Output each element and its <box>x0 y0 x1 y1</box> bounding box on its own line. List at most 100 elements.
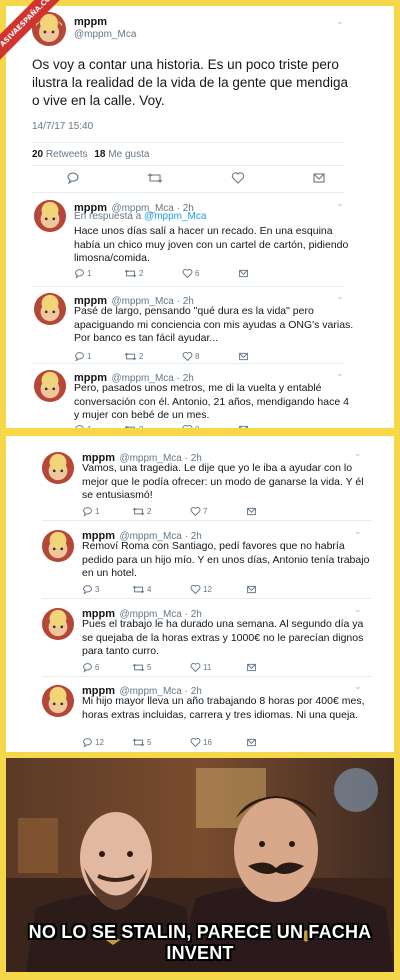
retweet-count: 2 <box>139 269 144 278</box>
tweet-panel-bottom: mppm @mppm_Mca · 2h ⌄ Vamos, una tragedi… <box>6 436 394 752</box>
like-count: 8 <box>195 352 200 361</box>
retweet-action[interactable]: 5 <box>132 737 190 748</box>
retweet-action[interactable]: 5 <box>132 662 190 673</box>
tweet-panel-top: mppm @mppm_Mca ⌄ Os voy a contar una his… <box>6 6 394 428</box>
reply-tweet[interactable]: mppm @mppm_Mca · 2h ⌄ En respuesta a @mp… <box>6 196 394 282</box>
chevron-down-icon[interactable]: ⌄ <box>336 368 344 379</box>
envelope-icon[interactable] <box>238 424 249 428</box>
retweet-action[interactable]: 2 <box>124 351 182 362</box>
reply-tweet[interactable]: mppm @mppm_Mca · 2h ⌄ Pasé de largo, pen… <box>6 289 394 362</box>
retweets-count[interactable]: 20 <box>32 149 43 160</box>
retweet-count: 5 <box>147 738 152 747</box>
like-action[interactable]: 7 <box>190 506 246 517</box>
reply-avatar[interactable] <box>34 200 66 232</box>
reply-avatar[interactable] <box>34 293 66 325</box>
reply-to-link[interactable]: @mppm_Mca <box>144 211 206 222</box>
envelope-icon[interactable] <box>238 351 249 362</box>
reply-avatar[interactable] <box>42 530 74 562</box>
retweet-action[interactable]: 4 <box>132 584 190 595</box>
reply-avatar[interactable] <box>42 685 74 717</box>
reply-tweet[interactable]: mppm @mppm_Mca · 2h ⌄ Vamos, una tragedi… <box>6 444 394 518</box>
chevron-down-icon[interactable]: ⌄ <box>336 291 344 302</box>
like-action[interactable]: 16 <box>190 737 246 748</box>
reply-actions: 6 5 11 <box>82 662 257 673</box>
main-tweet-text: Os voy a contar una historia. Es un poco… <box>32 57 348 108</box>
chevron-down-icon[interactable]: ⌄ <box>354 526 362 537</box>
reply-context-label: En respuesta a <box>74 211 142 222</box>
like-count: 12 <box>203 585 212 594</box>
reply-icon[interactable] <box>66 171 80 187</box>
meme-caption: NO LO SE STALIN, PARECE UN FACHA INVENT <box>28 922 372 963</box>
retweet-count: 4 <box>147 585 152 594</box>
likes-label[interactable]: Me gusta <box>108 149 149 160</box>
main-tweet-actions <box>66 171 326 187</box>
like-action[interactable]: 8 <box>182 424 238 428</box>
reply-text: Mi hijo mayor lleva un año trabajando 8 … <box>82 695 365 721</box>
chevron-down-icon[interactable]: ⌄ <box>336 16 344 27</box>
meme-image: NO LO SE STALIN, PARECE UN FACHA INVENT <box>6 758 394 972</box>
reply-action[interactable]: 3 <box>82 584 132 595</box>
retweet-count: 2 <box>147 507 152 516</box>
like-action[interactable]: 6 <box>182 268 238 279</box>
reply-actions: 3 4 12 <box>82 584 257 595</box>
retweet-action[interactable]: 2 <box>132 506 190 517</box>
main-author-handle[interactable]: @mppm_Mca <box>74 29 136 40</box>
main-author-name[interactable]: mppm <box>74 16 107 28</box>
reply-avatar[interactable] <box>42 452 74 484</box>
reply-text: Removí Roma con Santiago, pedí favores q… <box>82 540 370 579</box>
like-count: 16 <box>203 738 212 747</box>
like-count: 6 <box>195 269 200 278</box>
main-tweet-stats: 20 Retweets 18 Me gusta <box>32 149 149 160</box>
like-action[interactable]: 8 <box>182 351 238 362</box>
reply-actions: 1 2 6 <box>74 268 249 279</box>
reply-tweet[interactable]: mppm @mppm_Mca · 2h ⌄ Pues el trabajo le… <box>6 602 394 674</box>
reply-text: Pues el trabajo le ha durado una semana.… <box>82 618 364 657</box>
reply-count: 1 <box>87 269 92 278</box>
reply-action[interactable]: 1 <box>74 268 124 279</box>
retweet-icon[interactable] <box>147 171 163 187</box>
reply-actions: 12 5 16 <box>82 737 257 748</box>
like-action[interactable]: 11 <box>190 662 246 673</box>
reply-text: Vamos, una tragedia. Le dije que yo le i… <box>82 462 364 501</box>
reply-count: 3 <box>95 585 100 594</box>
reply-action[interactable]: 1 <box>74 424 124 428</box>
retweet-count: 3 <box>139 425 143 428</box>
reply-count: 1 <box>95 507 100 516</box>
heart-icon[interactable] <box>231 171 245 187</box>
reply-text: Pasé de largo, pensando "qué dura es la … <box>74 305 354 344</box>
envelope-icon[interactable] <box>246 737 257 748</box>
envelope-icon[interactable] <box>246 584 257 595</box>
main-tweet-timestamp: 14/7/17 15:40 <box>32 121 94 132</box>
chevron-down-icon[interactable]: ⌄ <box>336 198 344 209</box>
reply-tweet[interactable]: mppm @mppm_Mca · 2h ⌄ Removí Roma con Sa… <box>6 524 394 596</box>
reply-count: 12 <box>95 738 104 747</box>
reply-avatar[interactable] <box>42 608 74 640</box>
envelope-icon[interactable] <box>246 506 257 517</box>
retweet-count: 5 <box>147 663 152 672</box>
retweet-action[interactable]: 3 <box>124 424 182 428</box>
retweets-label[interactable]: Retweets <box>46 149 88 160</box>
reply-action[interactable]: 1 <box>74 351 124 362</box>
retweet-action[interactable]: 2 <box>124 268 182 279</box>
reply-tweet[interactable]: mppm @mppm_Mca · 2h ⌄ Pero, pasados unos… <box>6 366 394 428</box>
reply-action[interactable]: 6 <box>82 662 132 673</box>
reply-action[interactable]: 12 <box>82 737 132 748</box>
reply-actions: 1 3 8 <box>74 424 249 428</box>
reply-count: 1 <box>87 352 92 361</box>
reply-avatar[interactable] <box>34 370 66 402</box>
chevron-down-icon[interactable]: ⌄ <box>354 604 362 615</box>
reply-action[interactable]: 1 <box>82 506 132 517</box>
envelope-icon[interactable] <box>312 171 326 187</box>
reply-count: 1 <box>87 425 91 428</box>
envelope-icon[interactable] <box>246 662 257 673</box>
reply-actions: 1 2 8 <box>74 351 249 362</box>
chevron-down-icon[interactable]: ⌄ <box>354 681 362 692</box>
like-action[interactable]: 12 <box>190 584 246 595</box>
like-count: 8 <box>195 425 199 428</box>
envelope-icon[interactable] <box>238 268 249 279</box>
reply-tweet[interactable]: mppm @mppm_Mca · 2h ⌄ Mi hijo mayor llev… <box>6 679 394 751</box>
likes-count[interactable]: 18 <box>94 149 105 160</box>
chevron-down-icon[interactable]: ⌄ <box>354 448 362 459</box>
like-count: 7 <box>203 507 208 516</box>
retweet-count: 2 <box>139 352 144 361</box>
